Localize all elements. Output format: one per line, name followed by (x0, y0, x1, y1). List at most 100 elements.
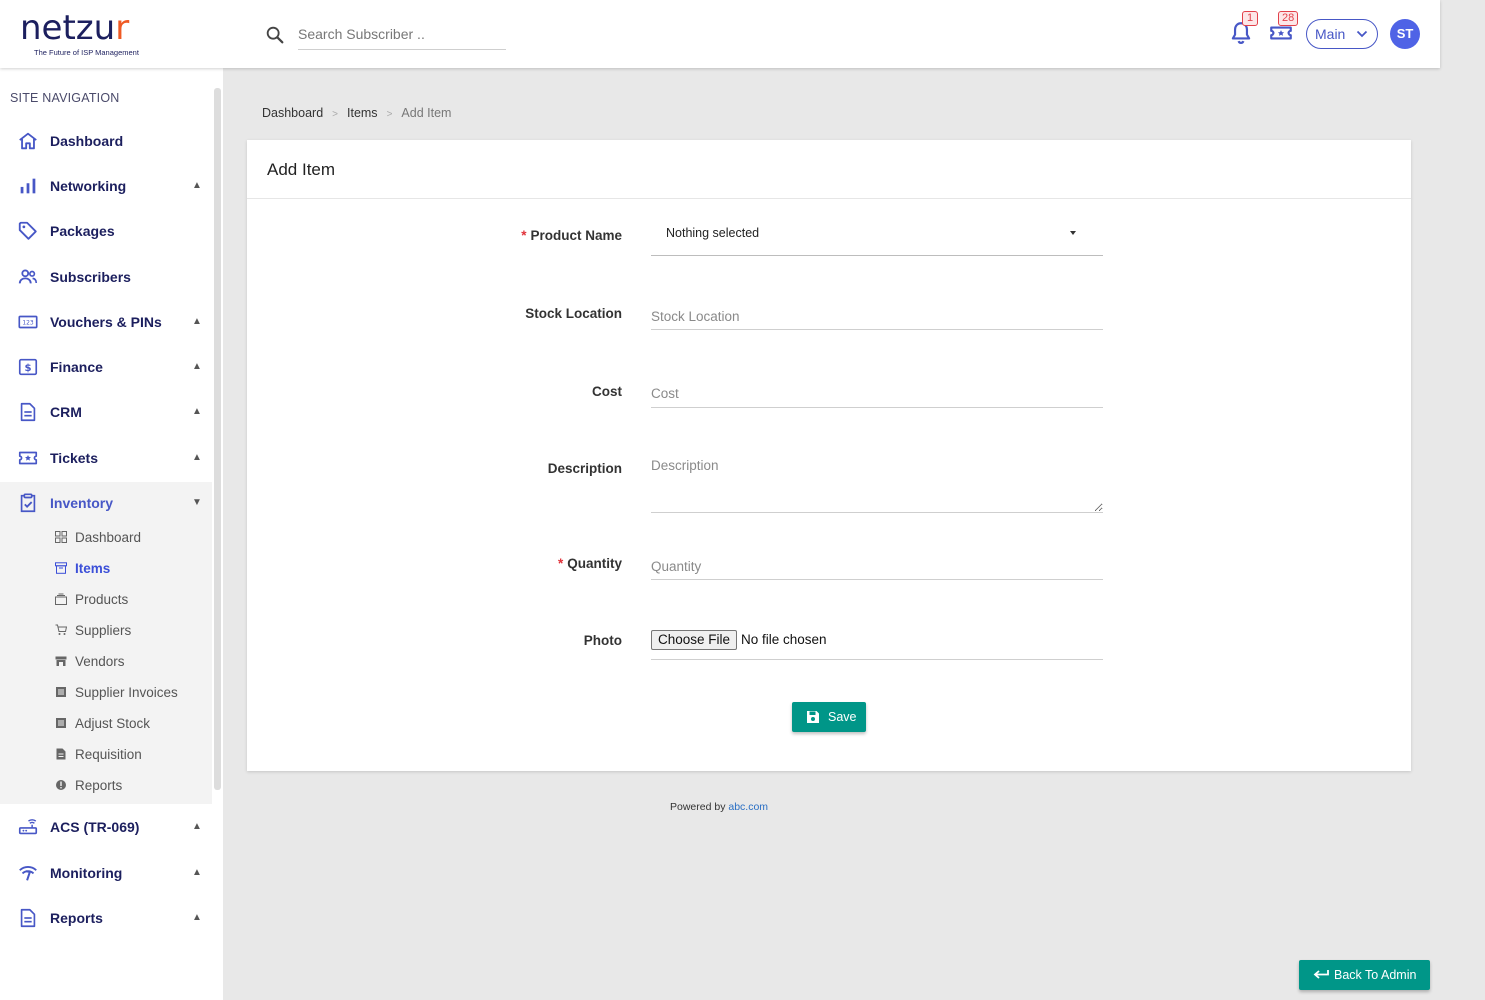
file-status-text: No file chosen (741, 632, 827, 647)
sidebar-item-label: Packages (50, 223, 115, 239)
expand-caret-icon[interactable]: ▲ (192, 867, 202, 878)
store-icon (55, 656, 67, 666)
return-arrow-icon (1313, 970, 1329, 979)
sidebar-item-monitoring[interactable]: Monitoring ▲ (0, 855, 212, 891)
sub-item-label: Vendors (75, 654, 125, 669)
sidebar-item-label: CRM (50, 404, 82, 420)
inventory-sub-reports[interactable]: Reports (0, 774, 212, 798)
sidebar-item-label: Networking (50, 178, 127, 194)
inventory-sub-products[interactable]: Products (0, 588, 212, 612)
dollar-icon: $ (18, 358, 38, 376)
user-avatar[interactable]: ST (1390, 19, 1420, 49)
subscriber-search (264, 18, 508, 50)
sidebar-item-label: Vouchers & PINs (50, 314, 162, 330)
stock-location-input[interactable] (651, 303, 1103, 330)
brand-logo[interactable]: netzur The Future of ISP Management (20, 10, 170, 60)
cost-input[interactable] (651, 380, 1103, 408)
sidebar-item-subscribers[interactable]: Subscribers (0, 259, 212, 295)
sidebar-scrollbar[interactable] (214, 88, 221, 790)
expand-caret-icon[interactable]: ▲ (192, 821, 202, 832)
list-icon (56, 718, 66, 728)
sidebar-item-label: Reports (50, 910, 103, 926)
sub-item-label: Supplier Invoices (75, 685, 178, 700)
stack-icon (55, 593, 67, 605)
cart-icon (55, 624, 67, 635)
inventory-sub-items[interactable]: Items (0, 557, 212, 581)
top-header: netzur The Future of ISP Management 1 28… (0, 0, 1440, 68)
save-button[interactable]: Save (792, 702, 866, 732)
sidebar-item-acs[interactable]: ACS (TR-069) ▲ (0, 809, 212, 845)
search-input[interactable] (298, 18, 506, 50)
sidebar-item-label: Tickets (50, 450, 98, 466)
choose-file-button[interactable]: Choose File (651, 630, 738, 650)
description-textarea[interactable] (651, 458, 1103, 513)
signal-icon (19, 866, 37, 881)
back-to-admin-label: Back To Admin (1334, 968, 1417, 982)
inventory-sub-vendors[interactable]: Vendors (0, 650, 212, 674)
sidebar-item-vouchers[interactable]: 123 Vouchers & PINs ▲ (0, 304, 212, 340)
sidebar-item-finance[interactable]: $ Finance ▲ (0, 349, 212, 385)
notifications-button[interactable]: 1 (1228, 11, 1258, 46)
breadcrumb-separator: > (332, 109, 338, 120)
expand-caret-icon[interactable]: ▲ (192, 180, 202, 191)
tickets-button[interactable]: 28 (1268, 11, 1299, 46)
footer-link[interactable]: abc.com (728, 801, 768, 813)
expand-caret-icon[interactable]: ▲ (192, 406, 202, 417)
description-label: Description (547, 461, 622, 476)
chevron-down-icon (1356, 30, 1368, 38)
quantity-label: * Quantity (557, 556, 622, 571)
back-to-admin-button[interactable]: Back To Admin (1299, 960, 1430, 990)
expand-caret-icon[interactable]: ▲ (192, 361, 202, 372)
inventory-sub-supplier-invoices[interactable]: Supplier Invoices (0, 681, 212, 705)
breadcrumb: Dashboard > Items > Add Item (262, 106, 451, 120)
breadcrumb-current: Add Item (401, 106, 452, 120)
tag-icon (18, 221, 37, 240)
product-name-value: Nothing selected (666, 226, 760, 240)
product-name-select[interactable]: Nothing selected (651, 211, 1103, 256)
sub-item-label: Dashboard (75, 530, 142, 545)
sidebar: SITE NAVIGATION Dashboard Networking ▲ P… (0, 68, 223, 1000)
sidebar-item-label: Finance (50, 359, 103, 375)
sub-item-label: Requisition (75, 747, 142, 762)
tickets-badge: 28 (1278, 11, 1299, 26)
expand-caret-icon[interactable]: ▲ (192, 912, 202, 923)
archive-icon (55, 562, 67, 574)
sidebar-item-crm[interactable]: CRM ▲ (0, 394, 212, 430)
breadcrumb-items[interactable]: Items (347, 106, 378, 120)
sidebar-item-tickets[interactable]: Tickets ▲ (0, 440, 212, 476)
sidebar-item-packages[interactable]: Packages (0, 213, 212, 249)
page-title: Add Item (247, 140, 1411, 199)
router-icon (18, 819, 38, 835)
sidebar-item-inventory[interactable]: Inventory ▼ (0, 485, 212, 521)
bar-chart-icon (20, 178, 36, 194)
workspace-select[interactable]: Main (1306, 19, 1378, 49)
info-circle-icon (56, 780, 66, 790)
inventory-section: Inventory ▼ Dashboard Items Products Sup… (0, 482, 212, 804)
collapse-caret-icon[interactable]: ▼ (192, 497, 202, 508)
quantity-input[interactable] (651, 553, 1103, 580)
cost-label: Cost (592, 384, 622, 399)
report-icon (20, 908, 36, 928)
sidebar-item-reports[interactable]: Reports ▲ (0, 900, 212, 936)
breadcrumb-dashboard[interactable]: Dashboard (262, 106, 323, 120)
expand-caret-icon[interactable]: ▲ (192, 316, 202, 327)
required-asterisk: * (521, 228, 527, 243)
workspace-label: Main (1315, 26, 1346, 42)
expand-caret-icon[interactable]: ▲ (192, 452, 202, 463)
sidebar-item-dashboard[interactable]: Dashboard (0, 123, 212, 159)
svg-text:123: 123 (22, 319, 34, 326)
notifications-badge: 1 (1242, 11, 1258, 26)
stock-location-label: Stock Location (525, 306, 622, 321)
sub-item-label: Adjust Stock (75, 716, 151, 731)
list-icon (56, 687, 66, 697)
photo-file-input: Choose File No file chosen (651, 630, 1103, 660)
sidebar-item-label: Inventory (50, 495, 114, 511)
sub-item-label: Items (75, 561, 111, 576)
inventory-sub-adjust-stock[interactable]: Adjust Stock (0, 712, 212, 736)
sidebar-item-networking[interactable]: Networking ▲ (0, 168, 212, 204)
inventory-sub-suppliers[interactable]: Suppliers (0, 619, 212, 643)
required-asterisk: * (557, 556, 564, 571)
sub-item-label: Suppliers (75, 623, 132, 638)
inventory-sub-dashboard[interactable]: Dashboard (0, 526, 212, 550)
inventory-sub-requisition[interactable]: Requisition (0, 743, 212, 767)
